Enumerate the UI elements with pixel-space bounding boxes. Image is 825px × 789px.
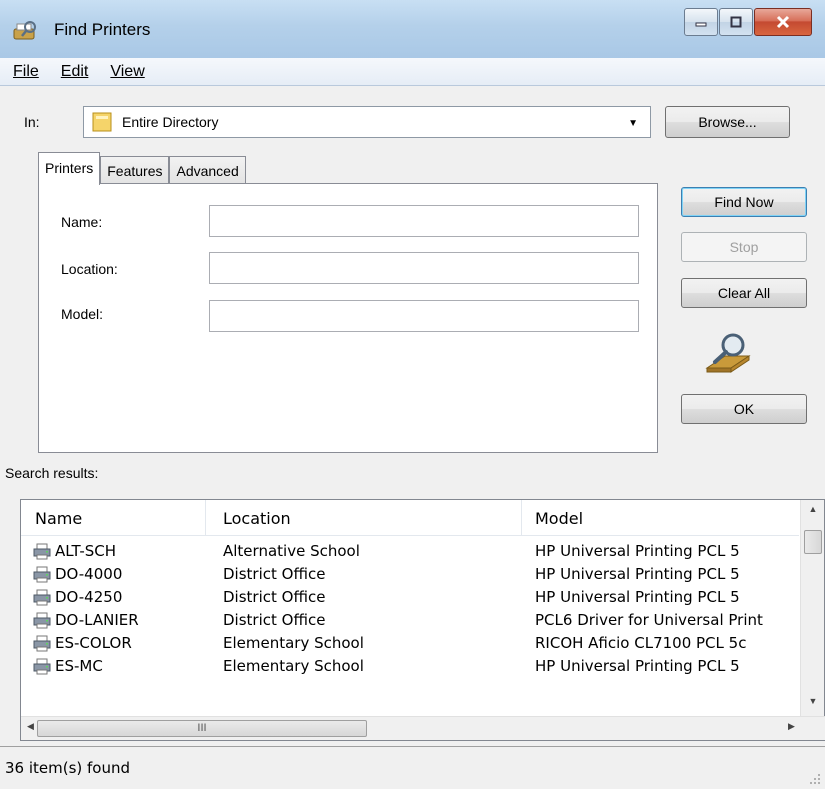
column-divider[interactable] [521,500,522,536]
minimize-icon [695,22,707,27]
printer-model: RICOH Aficio CL7100 PCL 5c [535,634,747,652]
minimize-button[interactable] [684,8,718,36]
menu-bar: File Edit View [0,58,825,86]
printer-location: District Office [223,565,326,583]
ok-label: OK [733,401,755,417]
menu-view-label: View [110,62,145,80]
table-row[interactable]: ES-COLOR Elementary School RICOH Aficio … [21,632,799,655]
column-header-model[interactable]: Model [535,509,583,528]
tab-printers-label: Printers [45,160,94,176]
printer-name: DO-4250 [55,588,123,606]
search-animation-icon [705,333,751,373]
printer-model: HP Universal Printing PCL 5 [535,657,740,675]
find-printers-app-icon [13,21,36,40]
vertical-scroll-thumb[interactable] [804,530,822,554]
table-row[interactable]: ES-MC Elementary School HP Universal Pri… [21,655,799,678]
printer-model: HP Universal Printing PCL 5 [535,565,740,583]
printer-icon [33,658,51,675]
column-divider[interactable] [205,500,206,536]
ok-button[interactable]: OK [681,394,807,424]
search-results-list: Name Location Model ALT-SCH Alternative … [20,499,825,741]
scroll-left-icon[interactable]: ◀ [27,721,34,732]
tab-advanced-label: Advanced [176,163,239,179]
results-header: Name Location Model [21,500,799,536]
tab-advanced[interactable]: Advanced [169,156,246,184]
menu-edit-label: Edit [60,62,89,80]
horizontal-scroll-thumb[interactable]: III [37,720,367,737]
find-now-label: Find Now [714,194,774,210]
maximize-button[interactable] [719,8,753,36]
printer-icon [33,635,51,652]
maximize-icon [730,16,742,28]
table-row[interactable]: DO-4000 District Office HP Universal Pri… [21,563,799,586]
find-now-button[interactable]: Find Now [681,187,807,217]
printer-location: District Office [223,611,326,629]
chevron-down-icon: ▼ [628,118,638,129]
printer-model: HP Universal Printing PCL 5 [535,542,740,560]
printer-name: DO-4000 [55,565,123,583]
printer-name: ES-MC [55,657,103,675]
in-label: In: [24,114,40,130]
column-header-location[interactable]: Location [223,509,291,528]
tab-features-label: Features [107,163,163,179]
table-row[interactable]: ALT-SCH Alternative School HP Universal … [21,540,799,563]
horizontal-scrollbar[interactable]: ◀ III ▶ [21,716,825,740]
scope-value: Entire Directory [122,114,219,130]
search-results-label: Search results: [5,465,99,481]
column-header-name[interactable]: Name [35,509,82,528]
stop-button[interactable]: Stop [681,232,807,262]
printer-model: HP Universal Printing PCL 5 [535,588,740,606]
status-bar: 36 item(s) found [0,746,825,789]
printer-location: District Office [223,588,326,606]
menu-file[interactable]: File [10,61,42,83]
tab-features[interactable]: Features [100,156,170,184]
printer-icon [33,612,51,629]
table-row[interactable]: DO-4250 District Office HP Universal Pri… [21,586,799,609]
search-tabs: Printers Features Advanced [38,152,246,185]
browse-label: Browse... [698,114,757,130]
vertical-scrollbar[interactable]: ▲ ▼ [800,500,824,718]
scroll-right-icon[interactable]: ▶ [788,721,795,732]
caption-buttons [684,8,813,38]
close-button[interactable] [754,8,812,36]
scroll-down-icon[interactable]: ▼ [801,696,825,716]
title-bar[interactable]: Find Printers [0,0,825,58]
directory-icon [92,112,112,132]
printer-model: PCL6 Driver for Universal Print [535,611,763,629]
menu-edit[interactable]: Edit [58,61,92,83]
printer-icon [33,589,51,606]
printer-icon [33,566,51,583]
table-row[interactable]: DO-LANIER District Office PCL6 Driver fo… [21,609,799,632]
printer-location: Elementary School [223,657,364,675]
resize-grip-icon[interactable] [809,773,821,785]
clear-all-label: Clear All [717,285,771,301]
printer-location: Alternative School [223,542,360,560]
printer-name: DO-LANIER [55,611,139,629]
tab-printers[interactable]: Printers [38,152,101,185]
close-icon [776,15,790,29]
stop-label: Stop [729,239,759,255]
menu-file-label: File [13,62,39,80]
find-printers-window: Find Printers File Edit View In: Entire … [0,0,825,789]
browse-button[interactable]: Browse... [665,106,790,138]
status-text: 36 item(s) found [5,759,131,777]
printer-name: ES-COLOR [55,634,132,652]
scroll-up-icon[interactable]: ▲ [801,504,825,524]
location-field[interactable] [209,252,639,284]
window-title: Find Printers [54,20,151,39]
name-field[interactable] [209,205,639,237]
scroll-grip: III [197,722,207,734]
printer-location: Elementary School [223,634,364,652]
printer-icon [33,543,51,560]
model-label: Model: [61,306,104,322]
location-label: Location: [61,261,118,277]
name-label: Name: [61,214,103,230]
clear-all-button[interactable]: Clear All [681,278,807,308]
model-field[interactable] [209,300,639,332]
scope-dropdown[interactable]: Entire Directory ▼ [83,106,651,138]
printers-tab-panel: Name: Location: Model: [38,183,658,453]
menu-view[interactable]: View [107,61,147,83]
printer-name: ALT-SCH [55,542,117,560]
